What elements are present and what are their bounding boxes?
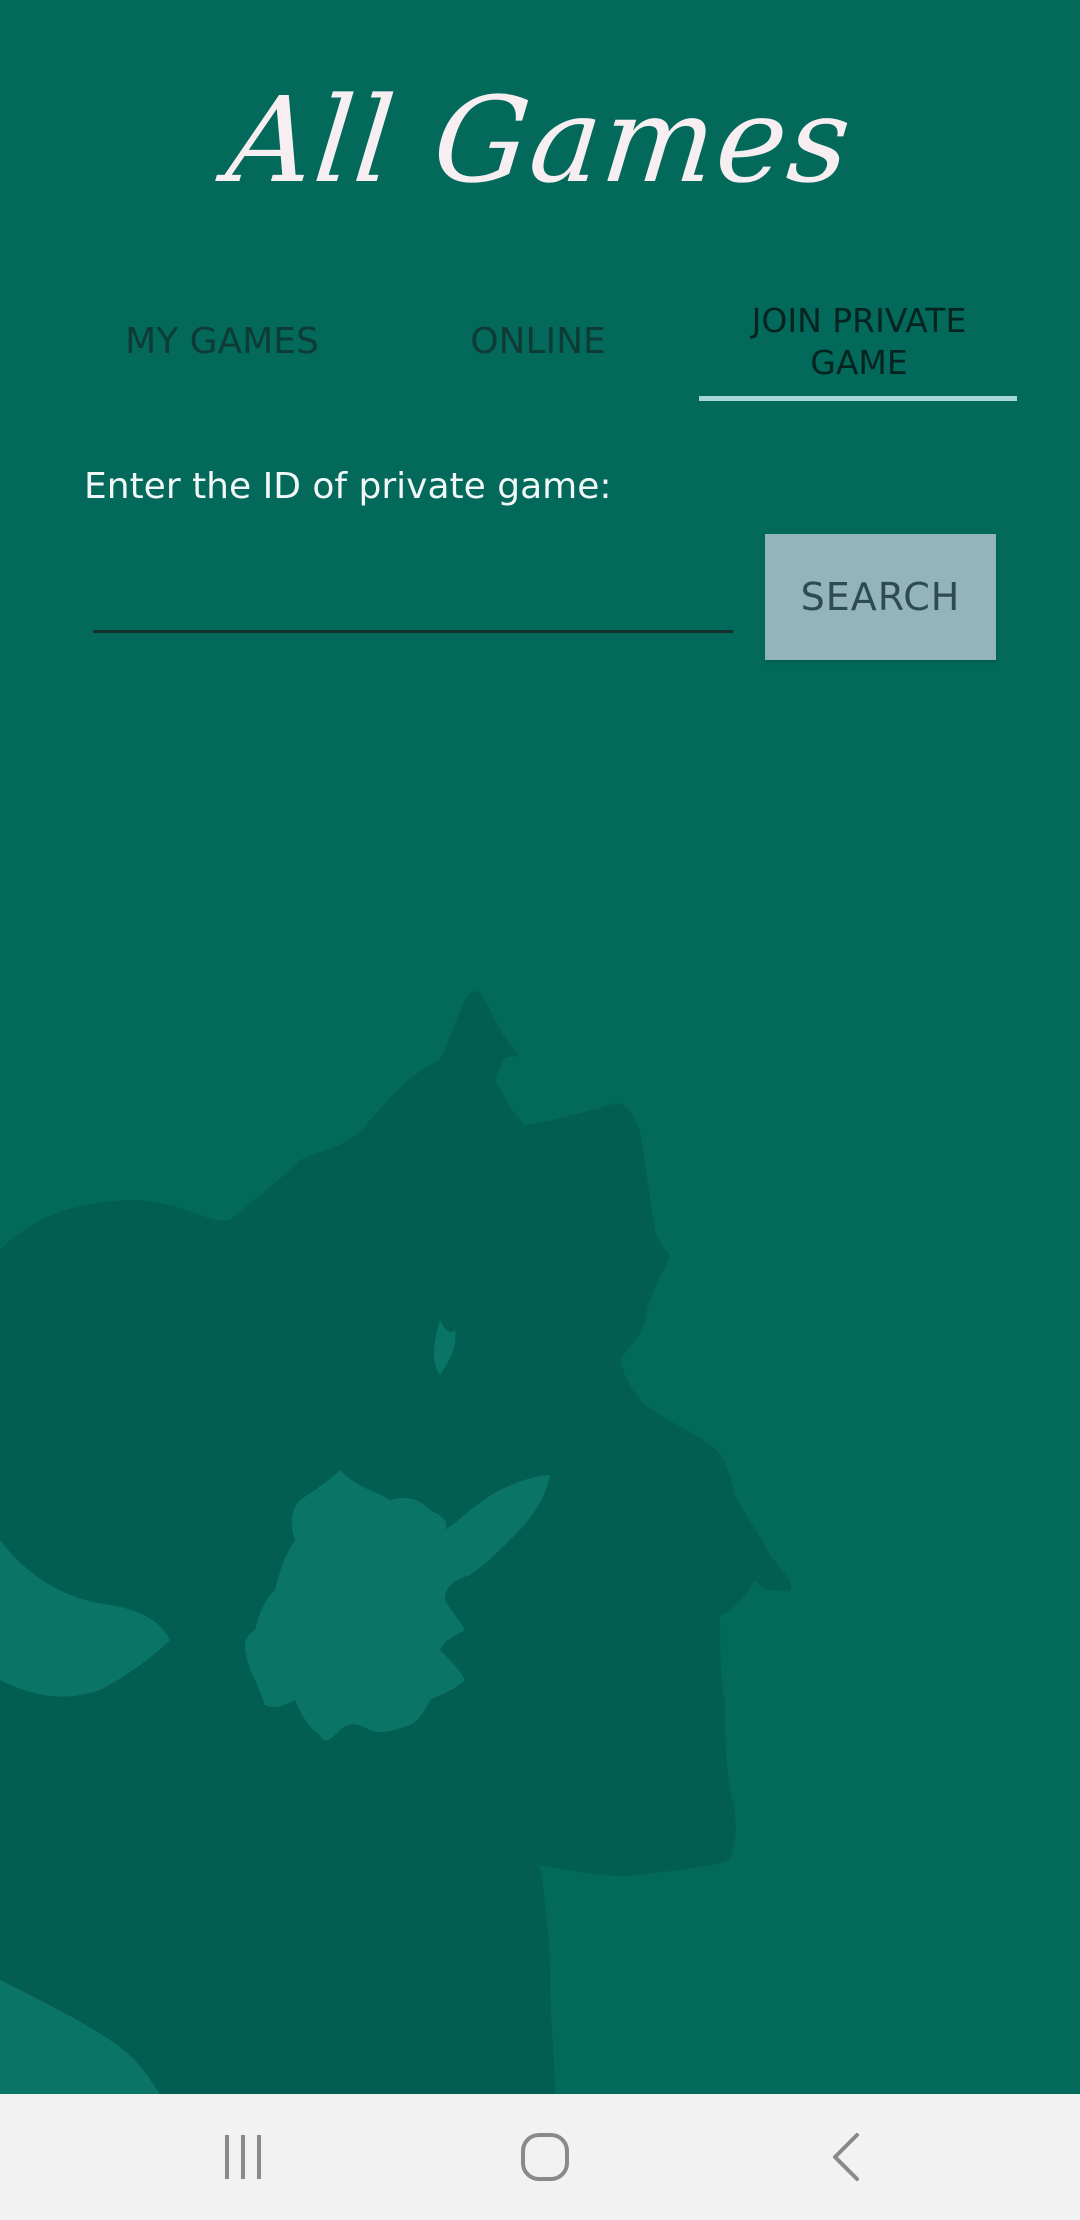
home-button[interactable] — [445, 2094, 645, 2220]
home-icon — [521, 2133, 569, 2181]
tab-my-games[interactable]: MY GAMES — [64, 280, 380, 404]
back-button[interactable] — [745, 2094, 945, 2220]
game-id-input[interactable] — [93, 556, 733, 633]
search-button[interactable]: SEARCH — [765, 534, 996, 660]
system-navigation-bar — [0, 2094, 1080, 2220]
back-icon — [833, 2133, 859, 2181]
tab-online[interactable]: ONLINE — [380, 280, 696, 404]
app-screen: All Games MY GAMES ONLINE JOIN PRIVATE G… — [0, 0, 1080, 2220]
recent-apps-icon — [225, 2135, 261, 2179]
active-tab-indicator — [699, 396, 1017, 401]
tab-join-private-game[interactable]: JOIN PRIVATE GAME — [699, 280, 1019, 404]
game-id-prompt: Enter the ID of private game: — [84, 466, 612, 507]
recent-apps-button[interactable] — [143, 2094, 343, 2220]
game-tabs: MY GAMES ONLINE JOIN PRIVATE GAME — [64, 280, 1020, 404]
page-title: All Games — [221, 71, 859, 209]
